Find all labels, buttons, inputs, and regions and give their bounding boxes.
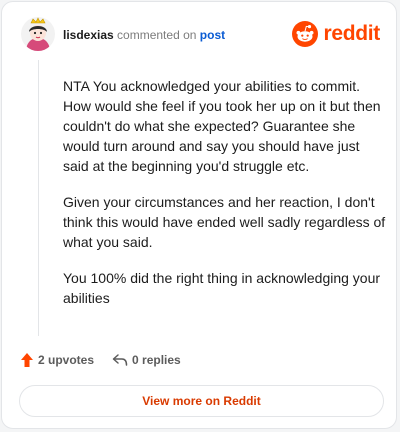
reply-arrow-icon	[112, 354, 128, 366]
user-avatar[interactable]	[20, 16, 56, 52]
comment-header: lisdexias commented on post	[63, 28, 225, 42]
reddit-snoo-icon	[292, 21, 319, 47]
comment-actions: 2 upvotes 0 replies	[20, 350, 181, 370]
upvote-arrow-icon	[21, 353, 33, 367]
comment-paragraph: Given your circumstances and her reactio…	[63, 194, 386, 250]
reply-count: 0 replies	[132, 353, 181, 367]
avatar-icon	[21, 17, 55, 51]
view-more-button[interactable]: View more on Reddit	[19, 385, 384, 417]
upvote-button[interactable]: 2 upvotes	[20, 352, 94, 368]
reddit-wordmark: reddit	[323, 22, 380, 45]
comment-paragraph: NTA You acknowledged your abilities to c…	[63, 78, 381, 174]
thread-line	[38, 60, 39, 336]
upvote-count: 2 upvotes	[38, 353, 95, 367]
comment-body: NTA You acknowledged your abilities to c…	[63, 76, 389, 324]
reply-button[interactable]: 0 replies	[112, 353, 181, 367]
reddit-logo[interactable]: reddit	[292, 20, 380, 48]
commented-on-text: commented on	[117, 28, 197, 42]
comment-paragraph: You 100% did the right thing in acknowle…	[63, 270, 381, 306]
comment-card: lisdexias commented on post reddit NTA Y…	[1, 1, 397, 429]
post-link[interactable]: post	[200, 28, 225, 42]
username-link[interactable]: lisdexias	[63, 28, 114, 42]
